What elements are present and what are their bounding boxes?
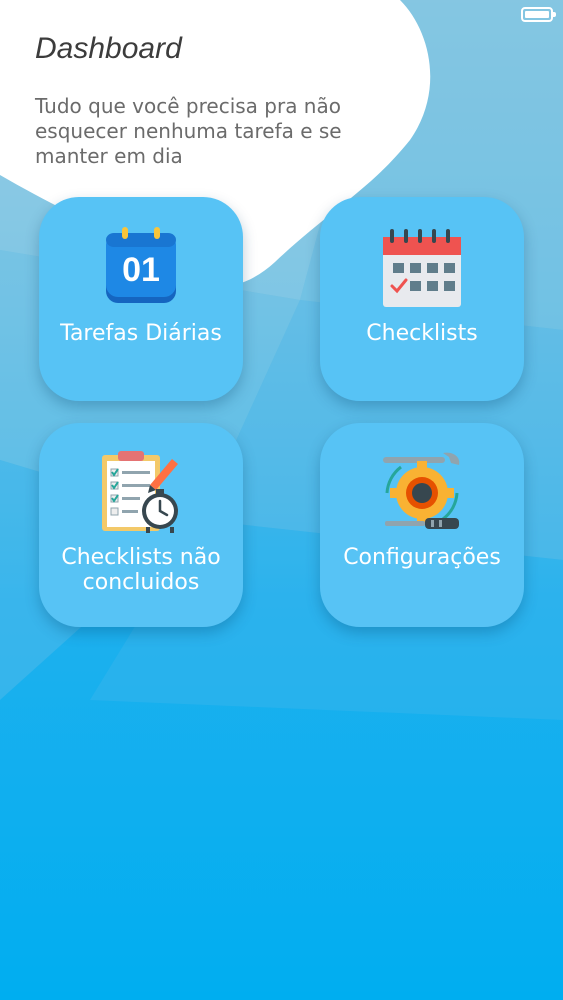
- gear-tools-icon: [383, 452, 460, 529]
- calendar-day-icon: 01: [106, 227, 176, 303]
- tile-label: Checklists: [366, 321, 478, 346]
- status-bar: [0, 0, 563, 30]
- calendar-grid-icon: [383, 229, 461, 307]
- tile-configuracoes[interactable]: Configurações: [320, 423, 524, 627]
- tile-tarefas-diarias[interactable]: 01 Tarefas Diárias: [39, 197, 243, 401]
- calendar-day-number: 01: [122, 251, 160, 289]
- battery-icon: [521, 7, 556, 22]
- page-subtitle: Tudo que você precisa pra não esquecer n…: [35, 94, 342, 168]
- tile-label: Checklists não concluidos: [61, 545, 221, 595]
- clipboard-clock-icon: [102, 451, 178, 533]
- page-title: Dashboard: [35, 32, 182, 65]
- tile-label: Configurações: [343, 545, 501, 570]
- tile-label: Tarefas Diárias: [60, 321, 222, 346]
- tile-checklists-nao-concluidos[interactable]: Checklists não concluidos: [39, 423, 243, 627]
- tile-checklists[interactable]: Checklists: [320, 197, 524, 401]
- header: Dashboard Tudo que você precisa pra não …: [35, 32, 415, 169]
